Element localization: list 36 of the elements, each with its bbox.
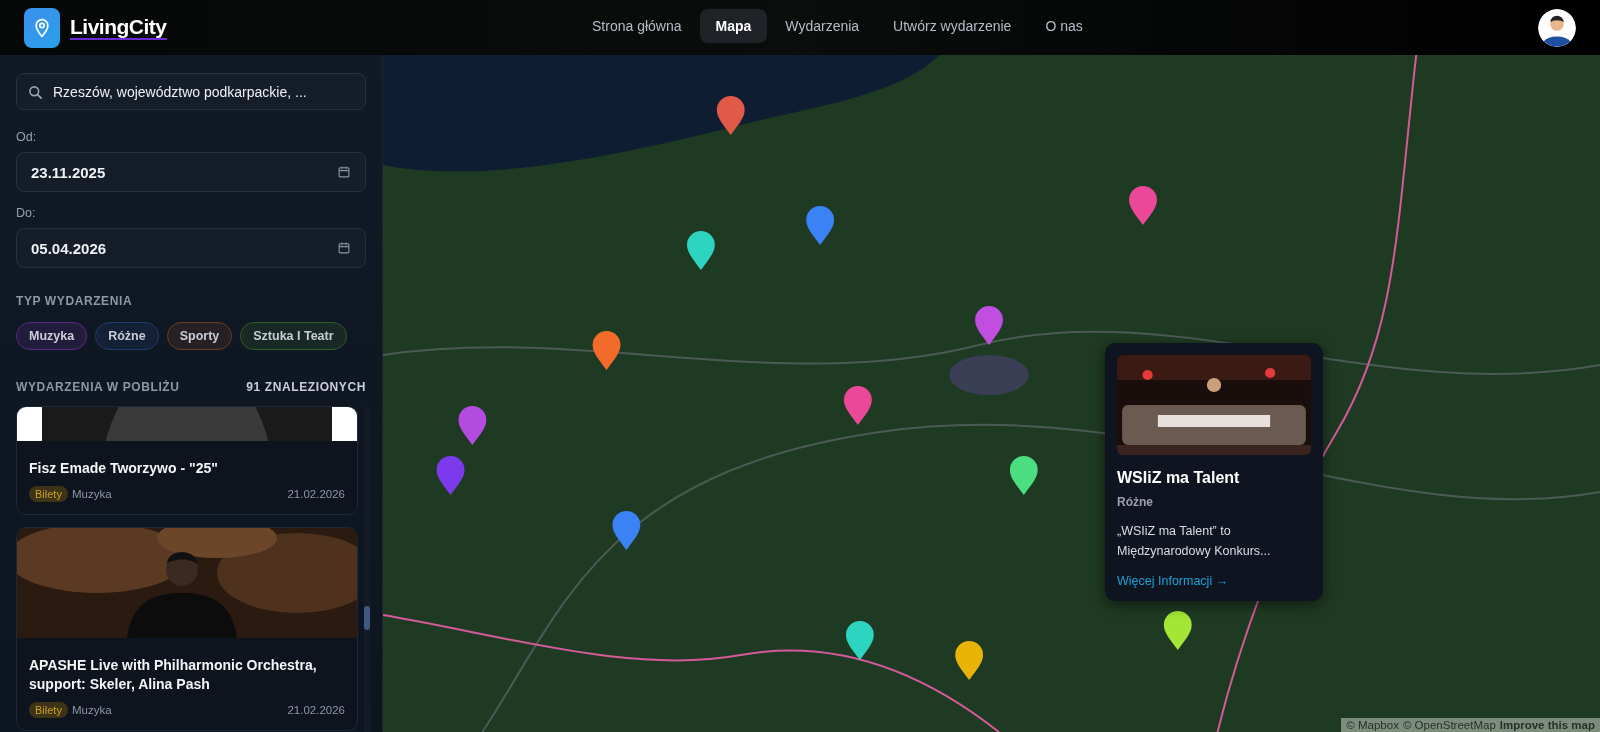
nav-link[interactable]: Wydarzenia [769,9,876,43]
event-title: APASHE Live with Philharmonic Orchestra, support: Skeler, Alina Pash [28,656,318,694]
logo-text[interactable]: LivingCity [70,15,167,40]
event-date: 21.02.2026 [287,488,345,500]
field-label: Do: [16,206,37,220]
event-card[interactable]: APASHE Live with Philharmonic Orchestra, support: Skeler, Alina Pash Bilety Muzyka 21.02.2026 [16,527,358,731]
results-count: 91 ZNALEZIONYCH [246,380,366,394]
search-field[interactable]: Rzeszów, województwo podkarpackie, ... [16,73,366,110]
scrollbar[interactable] [364,406,370,732]
type-filter-chip[interactable]: Różne [95,322,159,350]
nav-link[interactable]: Utwórz wydarzenie [877,9,1028,43]
ticket-badge: Bilety [29,702,68,718]
type-filter-chip[interactable]: Sporty [166,322,233,350]
event-title: Fisz Emade Tworzywo - "25" [28,459,219,478]
pin-icon [32,16,52,39]
date-field[interactable]: 05.04.2026 [16,228,366,268]
type-filter-chip[interactable]: Muzyka [16,322,88,350]
event-category: Muzyka [71,704,112,716]
calendar-icon [337,241,351,255]
calendar-icon [337,165,351,179]
scrollbar-thumb[interactable] [364,606,370,630]
nav-link[interactable]: Mapa [699,9,768,43]
nav-link[interactable]: O nas [1029,9,1099,43]
logo-icon[interactable] [24,7,60,48]
section-heading: TYP WYDARZENIA [16,294,134,308]
section-heading: WYDARZENIA W POBLIŻU [16,380,180,394]
nav-link[interactable]: Strona główna [576,9,698,43]
event-date: 21.02.2026 [287,704,345,716]
type-filter-chip[interactable]: Sztuka I Teatr [240,322,347,350]
search-icon [27,83,43,100]
event-card[interactable]: Fisz Emade Tworzywo - "25" Bilety Muzyka 21.02.2026 [16,406,358,515]
field-label: Od: [16,130,38,144]
date-field[interactable]: 23.11.2025 [16,152,366,192]
event-category: Muzyka [71,488,112,500]
ticket-badge: Bilety [29,486,68,502]
user-avatar [1538,8,1576,47]
